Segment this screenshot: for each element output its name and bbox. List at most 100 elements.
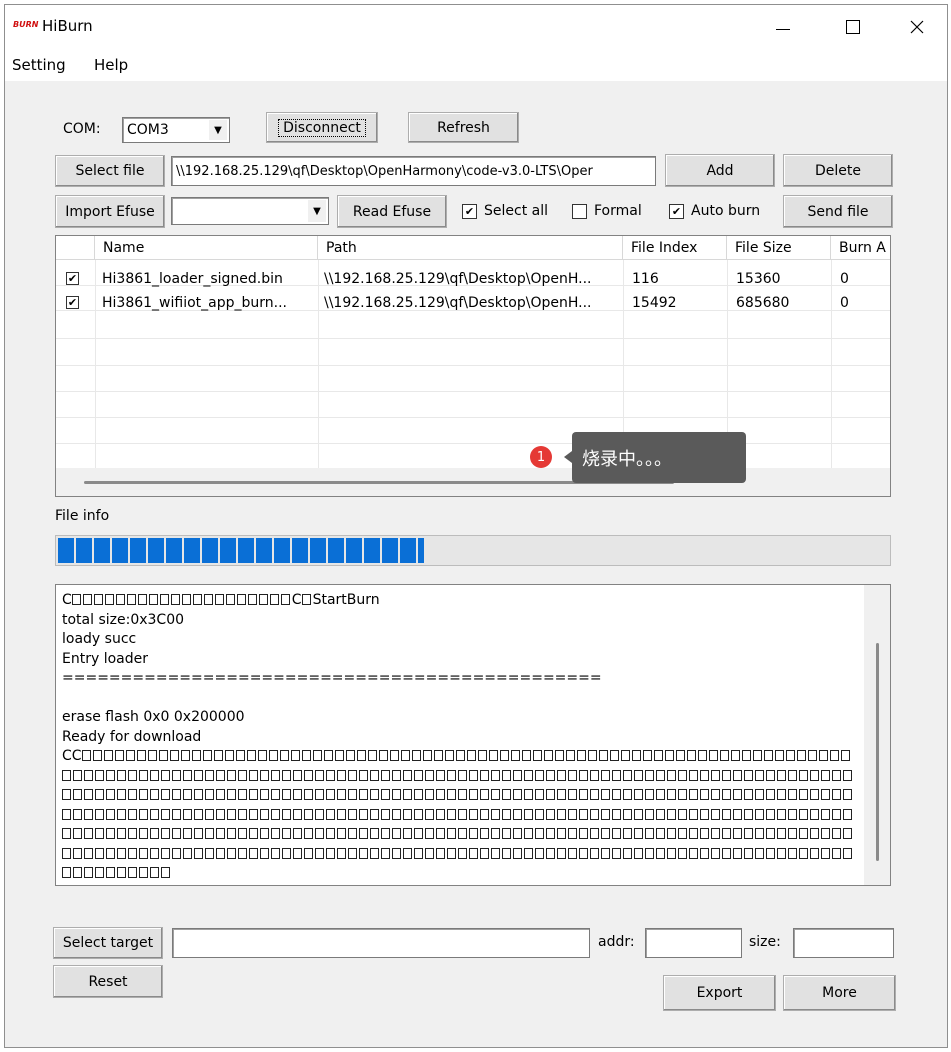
unprintable-char bbox=[579, 847, 588, 859]
menu-help[interactable]: Help bbox=[94, 56, 128, 74]
unprintable-char bbox=[191, 750, 201, 761]
title-bar[interactable]: BURN HiBurn bbox=[5, 5, 947, 49]
unprintable-char bbox=[730, 750, 740, 761]
more-button[interactable]: More bbox=[783, 975, 896, 1011]
notification-badge: 1 bbox=[530, 446, 552, 468]
unprintable-char bbox=[645, 808, 654, 820]
unprintable-char bbox=[832, 847, 841, 859]
addr-field[interactable] bbox=[645, 928, 742, 958]
unprintable-char bbox=[414, 808, 423, 820]
unprintable-char bbox=[304, 789, 313, 800]
progress-bar bbox=[55, 535, 891, 566]
row-burn: 0 bbox=[840, 295, 849, 311]
unprintable-char bbox=[106, 808, 115, 820]
unprintable-char bbox=[664, 750, 674, 761]
import-efuse-button[interactable]: Import Efuse bbox=[55, 195, 165, 228]
minimize-button[interactable] bbox=[760, 5, 806, 49]
more-label: More bbox=[822, 985, 857, 1001]
close-button[interactable] bbox=[894, 5, 940, 49]
refresh-label: Refresh bbox=[437, 119, 490, 136]
target-field[interactable] bbox=[172, 928, 590, 958]
log-output[interactable]: C C StartBurn total size:0x3C00 loady succ En… bbox=[55, 584, 891, 886]
auto-burn-label: Auto burn bbox=[691, 203, 761, 219]
column-header-check[interactable] bbox=[56, 236, 95, 260]
column-header-name[interactable]: Name bbox=[95, 236, 318, 260]
unprintable-char bbox=[392, 847, 401, 859]
efuse-select[interactable]: ▼ bbox=[171, 197, 329, 225]
unprintable-char bbox=[205, 828, 214, 839]
row-burn: 0 bbox=[840, 271, 849, 287]
scrollbar-thumb[interactable] bbox=[876, 643, 879, 861]
horizontal-scrollbar[interactable] bbox=[56, 468, 890, 496]
unprintable-char bbox=[568, 808, 577, 820]
progress-segment bbox=[382, 538, 398, 563]
reset-button[interactable]: Reset bbox=[53, 965, 163, 998]
vertical-scrollbar[interactable] bbox=[864, 585, 890, 885]
export-button[interactable]: Export bbox=[663, 975, 776, 1011]
table-row[interactable]: ✔ Hi3861_loader_signed.bin \\192.168.25.… bbox=[56, 267, 890, 291]
row-checkbox[interactable]: ✔ bbox=[66, 296, 79, 309]
unprintable-char bbox=[455, 750, 465, 761]
delete-button[interactable]: Delete bbox=[783, 154, 893, 187]
unprintable-char bbox=[436, 828, 445, 839]
unprintable-char bbox=[810, 808, 819, 820]
unprintable-char bbox=[513, 847, 522, 859]
window-title: HiBurn bbox=[42, 17, 93, 35]
unprintable-char bbox=[392, 789, 401, 800]
unprintable-char bbox=[832, 808, 841, 820]
disconnect-button[interactable]: Disconnect bbox=[266, 112, 378, 143]
auto-burn-checkbox[interactable]: ✔ Auto burn bbox=[669, 203, 760, 219]
unprintable-char bbox=[194, 789, 203, 800]
unprintable-char bbox=[315, 828, 324, 839]
unprintable-char bbox=[568, 789, 577, 800]
size-field[interactable] bbox=[793, 928, 894, 958]
unprintable-char bbox=[510, 750, 520, 761]
unprintable-char bbox=[777, 789, 786, 800]
unprintable-char bbox=[213, 750, 223, 761]
refresh-button[interactable]: Refresh bbox=[408, 112, 519, 143]
select-target-button[interactable]: Select target bbox=[53, 927, 163, 959]
unprintable-char bbox=[777, 808, 786, 820]
select-all-checkbox[interactable]: ✔ Select all bbox=[462, 203, 548, 219]
com-select[interactable]: COM3 ▼ bbox=[122, 117, 230, 143]
unprintable-char bbox=[678, 769, 687, 781]
row-checkbox[interactable]: ✔ bbox=[66, 272, 79, 285]
unprintable-char bbox=[249, 789, 258, 800]
unprintable-char bbox=[579, 789, 588, 800]
unprintable-char bbox=[843, 789, 852, 800]
unprintable-char bbox=[106, 847, 115, 859]
formal-checkbox[interactable]: Formal bbox=[572, 203, 642, 219]
unprintable-char bbox=[843, 847, 852, 859]
table-row[interactable]: ✔ Hi3861_wifiiot_app_burn... \\192.168.2… bbox=[56, 291, 890, 315]
unprintable-char bbox=[799, 847, 808, 859]
unprintable-char bbox=[62, 789, 71, 800]
column-header-file-index[interactable]: File Index bbox=[623, 236, 727, 260]
unprintable-char bbox=[147, 750, 157, 761]
unprintable-char bbox=[411, 750, 421, 761]
unprintable-char bbox=[114, 750, 124, 761]
progress-segment bbox=[130, 538, 146, 563]
unprintable-char bbox=[524, 808, 533, 820]
unprintable-char bbox=[513, 808, 522, 820]
file-list[interactable]: Name Path File Index File Size Burn A ✔ … bbox=[55, 235, 891, 497]
unprintable-char bbox=[62, 867, 71, 878]
column-header-path[interactable]: Path bbox=[318, 236, 623, 260]
unprintable-char bbox=[203, 594, 213, 605]
column-header-burn-addr[interactable]: Burn A bbox=[831, 236, 890, 260]
unprintable-char bbox=[337, 789, 346, 800]
unprintable-char bbox=[238, 808, 247, 820]
unprintable-char bbox=[546, 789, 555, 800]
unprintable-char bbox=[579, 808, 588, 820]
read-efuse-button[interactable]: Read Efuse bbox=[337, 195, 447, 228]
unprintable-char bbox=[348, 828, 357, 839]
add-button[interactable]: Add bbox=[665, 154, 775, 187]
maximize-button[interactable] bbox=[830, 5, 876, 49]
send-file-button[interactable]: Send file bbox=[783, 195, 893, 228]
unprintable-char bbox=[777, 769, 786, 781]
unprintable-char bbox=[238, 789, 247, 800]
unprintable-char bbox=[403, 847, 412, 859]
file-path-field[interactable]: \\192.168.25.129\qf\Desktop\OpenHarmony\… bbox=[171, 156, 656, 186]
column-header-file-size[interactable]: File Size bbox=[727, 236, 831, 260]
menu-setting[interactable]: Setting bbox=[12, 56, 66, 74]
select-file-button[interactable]: Select file bbox=[55, 155, 165, 187]
